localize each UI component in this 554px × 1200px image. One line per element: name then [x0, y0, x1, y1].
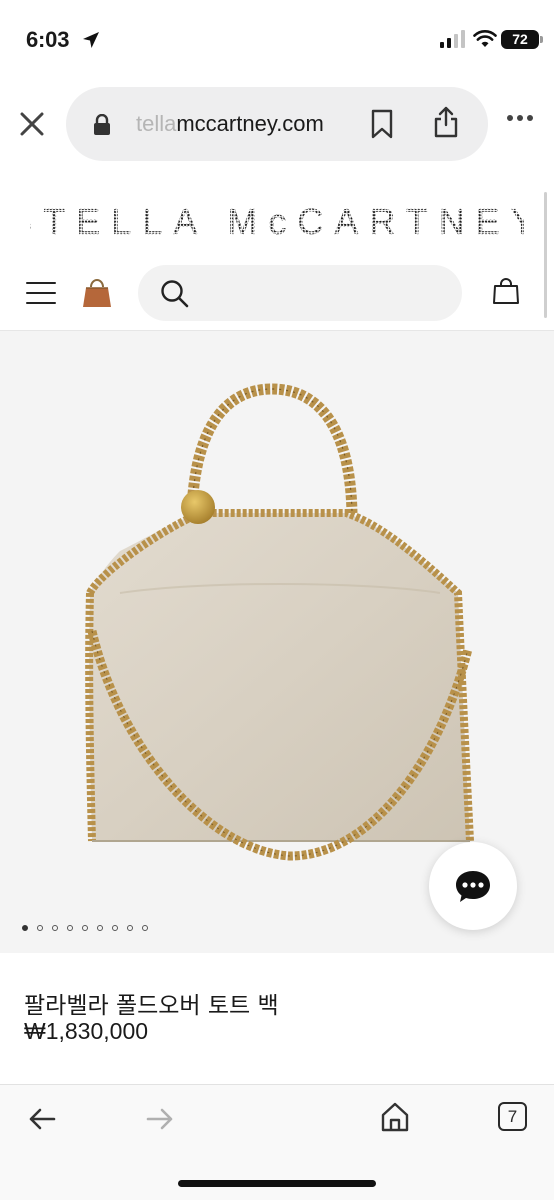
location-arrow-icon	[83, 32, 99, 48]
scroll-indicator	[544, 192, 547, 318]
home-icon[interactable]	[380, 1101, 410, 1133]
carousel-dot[interactable]	[37, 925, 43, 931]
status-bar: 6:03 72	[0, 0, 554, 80]
carousel-dot[interactable]	[127, 925, 133, 931]
bookmark-icon[interactable]	[370, 109, 394, 139]
lock-icon	[94, 114, 110, 135]
tabs-button[interactable]: 7	[498, 1102, 527, 1131]
url-text-domain: mccartney.com	[176, 111, 324, 136]
carousel-dot[interactable]	[112, 925, 118, 931]
url-text: tellamccartney.com	[136, 111, 324, 137]
tab-count: 7	[507, 1107, 518, 1126]
more-options-icon[interactable]	[506, 114, 534, 122]
url-text-faded: tella	[136, 111, 177, 136]
site-nav	[0, 262, 554, 324]
brand-logo-text: STELLA McCARTNEY	[30, 204, 524, 238]
forward-arrow-icon[interactable]	[146, 1107, 174, 1131]
browser-address-bar: tellamccartney.com	[0, 84, 554, 164]
share-icon[interactable]	[432, 105, 460, 139]
product-info: 팔라벨라 폴드오버 토트 백 ₩1,830,000	[0, 953, 554, 1083]
search-field[interactable]	[138, 265, 462, 321]
close-icon[interactable]	[18, 110, 46, 138]
carousel-dot[interactable]	[52, 925, 58, 931]
url-field[interactable]: tellamccartney.com	[66, 87, 488, 161]
battery-indicator: 72	[501, 30, 543, 49]
home-indicator	[178, 1180, 376, 1187]
chat-bubble-icon	[456, 871, 490, 902]
carousel-dot[interactable]	[142, 925, 148, 931]
shopping-bag-icon[interactable]	[492, 277, 520, 305]
battery-level: 72	[512, 31, 528, 47]
brand-logo: STELLA McCARTNEY	[30, 204, 524, 238]
browser-toolbar: 7	[0, 1084, 554, 1200]
back-arrow-icon[interactable]	[28, 1107, 56, 1131]
image-carousel-dots[interactable]	[22, 923, 148, 933]
hamburger-menu-icon[interactable]	[26, 280, 56, 306]
product-price: ₩1,830,000	[24, 1018, 149, 1044]
search-icon	[161, 280, 189, 308]
carousel-dot[interactable]	[67, 925, 73, 931]
status-time: 6:03	[26, 27, 70, 52]
cellular-signal-icon	[440, 30, 465, 48]
chat-button[interactable]	[429, 842, 517, 930]
carousel-dot[interactable]	[97, 925, 103, 931]
bag-thumbnail-icon[interactable]	[82, 276, 112, 308]
wifi-icon	[473, 30, 497, 47]
carousel-dot[interactable]	[22, 925, 28, 931]
brand-header[interactable]: STELLA McCARTNEY	[0, 196, 554, 246]
product-name[interactable]: 팔라벨라 폴드오버 토트 백	[24, 986, 279, 1020]
carousel-dot[interactable]	[82, 925, 88, 931]
